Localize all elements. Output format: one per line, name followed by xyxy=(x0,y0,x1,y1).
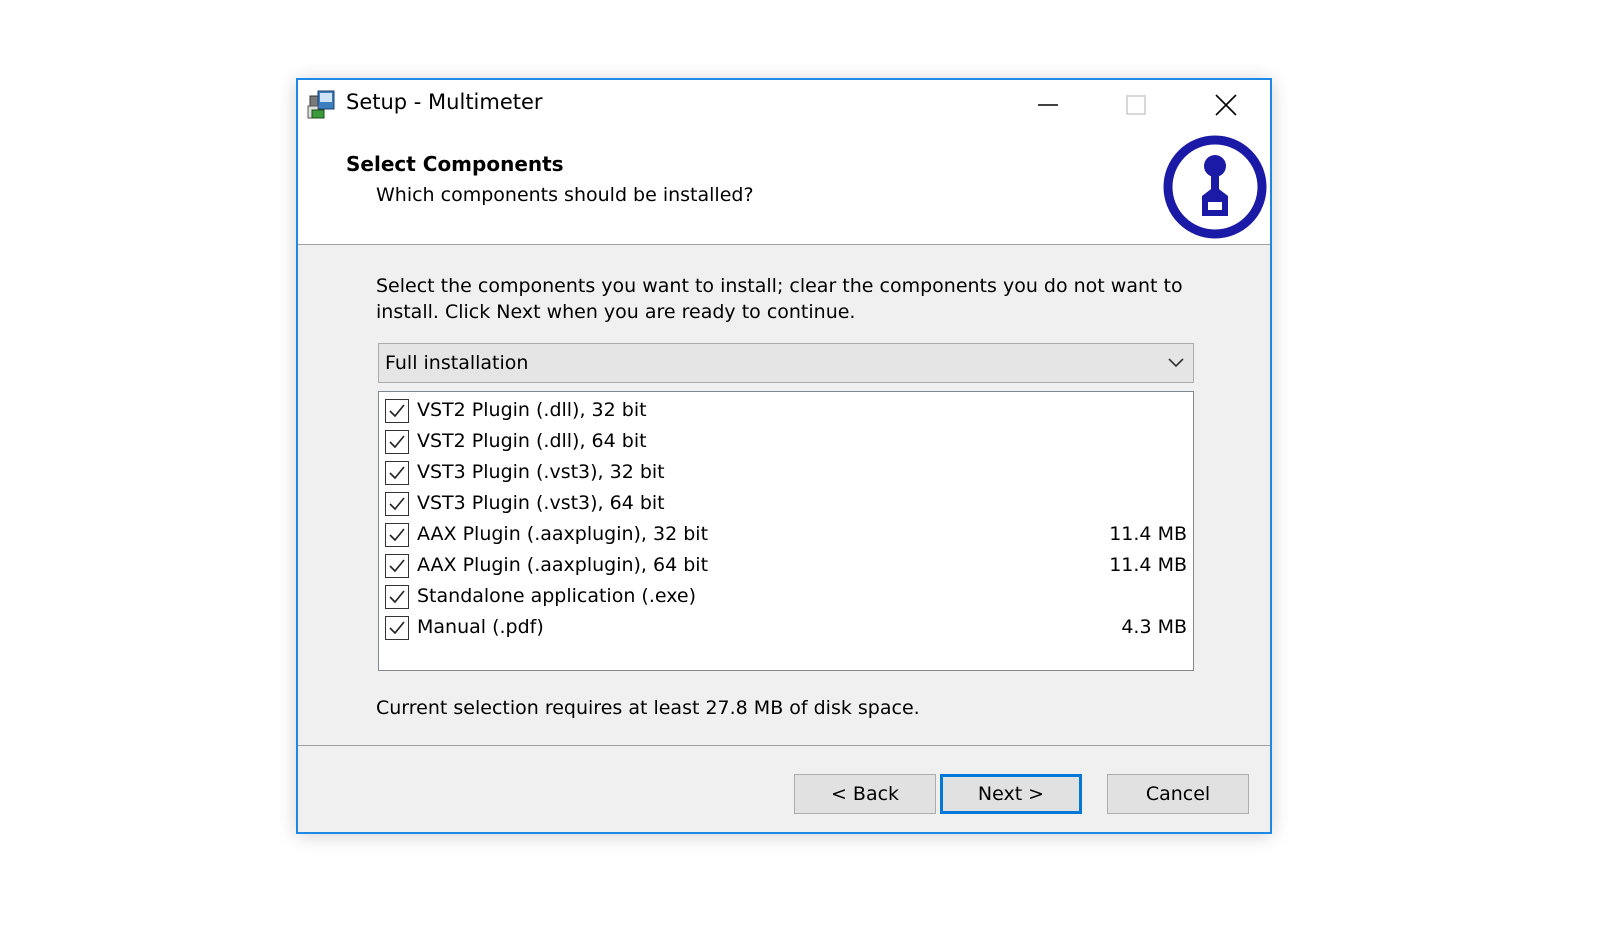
checkmark-icon xyxy=(389,621,405,635)
cancel-button[interactable]: Cancel xyxy=(1107,774,1249,814)
component-checkbox[interactable] xyxy=(385,492,409,516)
component-checkbox[interactable] xyxy=(385,554,409,578)
minimize-icon xyxy=(1038,104,1058,106)
list-item[interactable]: AAX Plugin (.aaxplugin), 64 bit 11.4 MB xyxy=(385,551,1187,581)
component-checkbox[interactable] xyxy=(385,585,409,609)
component-label: VST3 Plugin (.vst3), 32 bit xyxy=(417,461,665,483)
chevron-down-icon xyxy=(1168,358,1184,368)
install-type-dropdown[interactable]: Full installation xyxy=(378,343,1194,383)
component-checkbox[interactable] xyxy=(385,616,409,640)
title-bar: Setup - Multimeter xyxy=(298,80,1270,132)
maximize-button[interactable] xyxy=(1092,80,1180,130)
checkmark-icon xyxy=(389,590,405,604)
wizard-footer: < Back Next > Cancel xyxy=(298,745,1270,832)
page-title: Select Components xyxy=(346,152,564,176)
multimeter-logo-icon xyxy=(1163,135,1267,239)
list-item[interactable]: Manual (.pdf) 4.3 MB xyxy=(385,613,1187,643)
next-button[interactable]: Next > xyxy=(940,774,1082,814)
page-subtitle: Which components should be installed? xyxy=(376,184,754,206)
component-label: AAX Plugin (.aaxplugin), 32 bit xyxy=(417,523,709,545)
list-item[interactable]: AAX Plugin (.aaxplugin), 32 bit 11.4 MB xyxy=(385,520,1187,550)
list-item[interactable]: VST3 Plugin (.vst3), 32 bit xyxy=(385,458,1187,488)
back-button[interactable]: < Back xyxy=(794,774,936,814)
checkmark-icon xyxy=(389,559,405,573)
component-size: 11.4 MB xyxy=(1109,554,1187,576)
list-item[interactable]: VST3 Plugin (.vst3), 64 bit xyxy=(385,489,1187,519)
setup-app-icon xyxy=(307,90,335,119)
maximize-icon xyxy=(1126,95,1146,115)
setup-window: Setup - Multimeter Select Components Whi… xyxy=(296,78,1272,834)
components-list[interactable]: VST2 Plugin (.dll), 32 bit VST2 Plugin (… xyxy=(378,391,1194,671)
minimize-button[interactable] xyxy=(1004,80,1092,130)
component-checkbox[interactable] xyxy=(385,461,409,485)
list-item[interactable]: VST2 Plugin (.dll), 32 bit xyxy=(385,396,1187,426)
component-label: VST2 Plugin (.dll), 64 bit xyxy=(417,430,647,452)
component-label: VST3 Plugin (.vst3), 64 bit xyxy=(417,492,665,514)
close-button[interactable] xyxy=(1182,80,1270,130)
checkmark-icon xyxy=(389,528,405,542)
checkmark-icon xyxy=(389,497,405,511)
component-checkbox[interactable] xyxy=(385,430,409,454)
list-item[interactable]: Standalone application (.exe) xyxy=(385,582,1187,612)
checkmark-icon xyxy=(389,466,405,480)
component-size: 11.4 MB xyxy=(1109,523,1187,545)
component-label: Standalone application (.exe) xyxy=(417,585,696,607)
list-item[interactable]: VST2 Plugin (.dll), 64 bit xyxy=(385,427,1187,457)
component-label: Manual (.pdf) xyxy=(417,616,544,638)
disk-space-text: Current selection requires at least 27.8… xyxy=(376,697,920,719)
component-label: VST2 Plugin (.dll), 32 bit xyxy=(417,399,647,421)
wizard-header: Select Components Which components shoul… xyxy=(298,132,1270,245)
wizard-content: Select the components you want to instal… xyxy=(298,245,1270,745)
instructions-text: Select the components you want to instal… xyxy=(376,275,1183,323)
install-type-value: Full installation xyxy=(385,352,529,374)
checkmark-icon xyxy=(389,435,405,449)
window-title: Setup - Multimeter xyxy=(346,90,543,114)
component-checkbox[interactable] xyxy=(385,399,409,423)
component-checkbox[interactable] xyxy=(385,523,409,547)
checkmark-icon xyxy=(389,404,405,418)
component-size: 4.3 MB xyxy=(1121,616,1187,638)
close-icon xyxy=(1215,94,1237,116)
component-label: AAX Plugin (.aaxplugin), 64 bit xyxy=(417,554,709,576)
